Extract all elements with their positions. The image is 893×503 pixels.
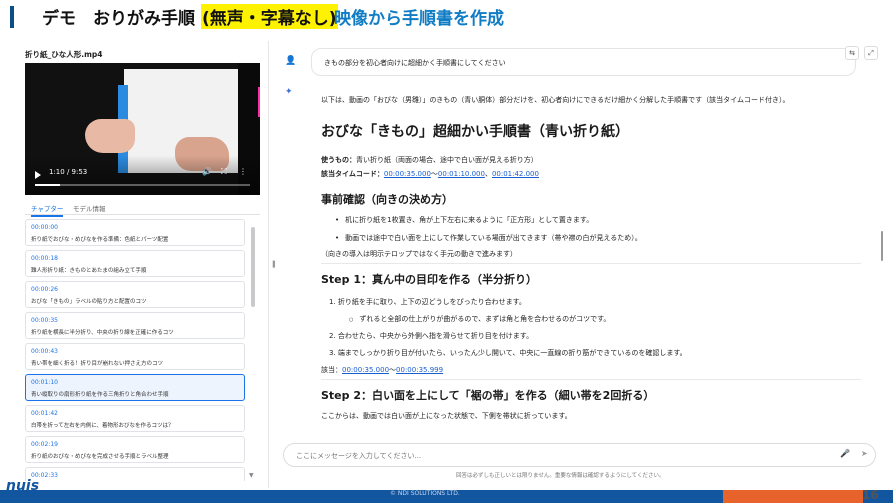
timecode-line: 該当タイムコード：00:00:35.000〜00:01:10.000、00:01…	[321, 170, 539, 178]
chapter-time: 00:00:26	[31, 286, 58, 293]
timecode-link[interactable]: 00:01:10.000	[438, 170, 485, 178]
chapter-list: 00:00:00 折り紙でおびな・めびなを作る準備：色紙とパーツ配置 00:00…	[25, 219, 253, 481]
timecode-link[interactable]: 00:00:35.999	[396, 366, 443, 374]
answer-scrollbar[interactable]	[881, 231, 883, 261]
divider	[321, 379, 861, 380]
user-message-bubble: きもの部分を初心者向けに超細かく手順書にしてください	[311, 48, 856, 76]
microphone-icon[interactable]: 🎤	[840, 449, 850, 458]
chapter-desc: 青い縦取りの扇形折り紙を作る三角折りと角合わせ手順	[31, 392, 169, 398]
chapter-item[interactable]: 00:01:42 白帯を折って左右を内側に、着物形おびなを作るコツは？	[25, 405, 245, 432]
chapter-time: 00:00:00	[31, 224, 58, 231]
user-message-text: きもの部分を初心者向けに超細かく手順書にしてください	[324, 59, 506, 67]
play-icon[interactable]	[35, 171, 41, 179]
user-avatar-icon: 👤	[285, 56, 297, 66]
timecode-link[interactable]: 00:00:35.000	[342, 366, 389, 374]
timecode-link[interactable]: 00:01:42.000	[492, 170, 539, 178]
chapter-item[interactable]: 00:02:33	[25, 467, 245, 481]
prep-note: （向きの導入は明示テロップではなく手元の動きで進みます）	[321, 250, 517, 258]
title-subtitle: 映像から手順書を作成	[334, 9, 504, 29]
footer-accent	[723, 490, 863, 503]
chapter-desc: 折り紙でおびな・めびなを作る準備：色紙とパーツ配置	[31, 237, 169, 243]
video-progress-fill	[35, 184, 61, 186]
panel-tabs: チャプター モデル情報	[25, 201, 260, 217]
title-highlight: (無声・字幕なし)	[201, 4, 338, 29]
step1-item: 1. 折り紙を手に取り、上下の辺どうしをぴったり合わせます。	[329, 298, 526, 306]
video-time: 1:10 / 9:53	[49, 168, 88, 176]
step1-reference: 該当：00:00:35.000〜00:00:35.999	[321, 366, 444, 374]
slide: デモ おりがみ手順 (無声・字幕なし) 映像から手順書を作成 折り紙_ひな人形.…	[0, 0, 893, 503]
chapter-desc: 難人形折り紙：きものとあたまの組み立て手順	[31, 268, 147, 274]
chapter-desc: 折り紙のおびな・めびなを完成させる手順とラベル整理	[31, 454, 169, 460]
step1-subitem: ずれると全部の仕上がりが曲がるので、まずは角と角を合わせるのがコツです。	[349, 314, 610, 324]
answer-intro: 以下は、動画の「おびな（男雛）」のきもの（青い胴体）部分だけを、初心者向けにでき…	[321, 96, 790, 104]
more-options-icon[interactable]: ⋮	[239, 167, 247, 176]
chapter-time: 00:01:42	[31, 410, 58, 417]
title-accent-bar	[10, 6, 14, 28]
tab-model-info[interactable]: モデル情報	[73, 203, 106, 213]
chapter-time: 00:00:18	[31, 255, 58, 262]
expand-icon[interactable]: ⤢	[864, 46, 878, 60]
chapter-item[interactable]: 00:00:26 おびな「きもの」ラベルの貼り方と配置のコツ	[25, 281, 245, 308]
divider	[321, 263, 861, 264]
ai-sparkle-icon: ✦	[285, 87, 293, 97]
chapter-desc: おびな「きもの」ラベルの貼り方と配置のコツ	[31, 299, 147, 305]
step1-heading: Step 1：真ん中の目印を作る（半分折り）	[321, 273, 537, 286]
step1-item: 2. 合わせたら、中央から外側へ指を滑らせて折り目を付けます。	[329, 332, 534, 340]
chapter-item[interactable]: 00:00:18 難人形折り紙：きものとあたまの組み立て手順	[25, 250, 245, 277]
volume-icon[interactable]: 🔊	[202, 167, 212, 176]
video-progress-bar[interactable]	[35, 184, 250, 186]
timecode-link[interactable]: 00:00:35.000	[384, 170, 431, 178]
chapter-item[interactable]: 00:00:35 折り紙を横長に半分折り、中央の折り線を正確に作るコツ	[25, 312, 245, 339]
prep-bullet: 机に折り紙を1枚置き、角が上下左右に来るように「正方形」として置きます。	[335, 215, 593, 225]
section-heading: 事前確認（向きの決め方）	[321, 193, 453, 206]
send-icon[interactable]: ➤	[861, 449, 868, 458]
chapter-item[interactable]: 00:00:43 青い帯を細く折る！折り目が崩れない押さえ方のコツ	[25, 343, 245, 370]
step2-text: ここからは、動画では白い面が上になった状態で、下側を帯状に折っています。	[321, 412, 572, 420]
chapter-time: 00:01:10	[31, 379, 58, 386]
video-player[interactable]: 1:10 / 9:53 🔊 ⛶ ⋮	[25, 63, 260, 195]
company-tagline: 未来の一歩を。	[0, 496, 36, 502]
prep-bullet: 動画では途中で白い面を上にして作業している場面が出てきます（帯や襟の白が見えるた…	[335, 233, 642, 243]
step2-heading: Step 2：白い面を上にして「裾の帯」を作る（細い帯を2回折る）	[321, 389, 655, 402]
video-file-name: 折り紙_ひな人形.mp4	[25, 50, 103, 59]
fullscreen-icon[interactable]: ⛶	[221, 167, 227, 177]
materials-line: 使うもの：青い折り紙（両面の場合、途中で白い面が見える折り方）	[321, 156, 538, 164]
chapter-item-active[interactable]: 00:01:10 青い縦取りの扇形折り紙を作る三角折りと角合わせ手順	[25, 374, 245, 401]
chat-panel: 👤 きもの部分を初心者向けに超細かく手順書にしてください ⇆ ⤢ ✦ 以下は、動…	[278, 41, 893, 488]
company-logo: nuis	[6, 478, 40, 494]
slide-title: デモ おりがみ手順 (無声・字幕なし) 映像から手順書を作成	[0, 0, 893, 36]
chapter-item[interactable]: 00:00:00 折り紙でおびな・めびなを作る準備：色紙とパーツ配置	[25, 219, 245, 246]
chapter-time: 00:02:19	[31, 441, 58, 448]
tab-chapters[interactable]: チャプター	[31, 203, 64, 217]
copyright: © NDI SOLUTIONS LTD.	[390, 490, 460, 497]
title-text: デモ おりがみ手順	[42, 9, 195, 29]
page-number: 16	[862, 488, 879, 502]
chapter-time: 00:00:43	[31, 348, 58, 355]
answer-title: おびな「きもの」超細かい手順書（青い折り紙）	[321, 124, 629, 140]
message-input[interactable]	[296, 449, 796, 462]
scroll-down-icon[interactable]: ▼	[249, 472, 254, 479]
chapter-time: 00:00:35	[31, 317, 58, 324]
chapter-desc: 青い帯を細く折る！折り目が崩れない押さえ方のコツ	[31, 361, 164, 367]
message-input-box: 🎤 ➤	[283, 443, 876, 467]
chapter-scrollbar[interactable]	[251, 227, 255, 307]
swap-icon[interactable]: ⇆	[845, 46, 859, 60]
video-panel: 折り紙_ひな人形.mp4 1:10 / 9:53 🔊 ⛶ ⋮ チャプター モデル…	[19, 41, 269, 488]
chapter-desc: 白帯を折って左右を内側に、着物形おびなを作るコツは？	[31, 423, 174, 429]
chapter-desc: 折り紙を横長に半分折り、中央の折り線を正確に作るコツ	[31, 330, 174, 336]
assistant-answer: 以下は、動画の「おびな（男雛）」のきもの（青い胴体）部分だけを、初心者向けにでき…	[321, 91, 876, 431]
disclaimer-text: 回答は必ずしも正しいとは限りません。重要な情報は確認するようにしてください。	[456, 473, 665, 479]
chapter-item[interactable]: 00:02:19 折り紙のおびな・めびなを完成させる手順とラベル整理	[25, 436, 245, 463]
panel-splitter-handle[interactable]: ❚❚	[271, 260, 283, 272]
step1-item: 3. 端までしっかり折り目が付いたら、いったん少し開いて、中央に一直線の折り筋が…	[329, 349, 687, 357]
